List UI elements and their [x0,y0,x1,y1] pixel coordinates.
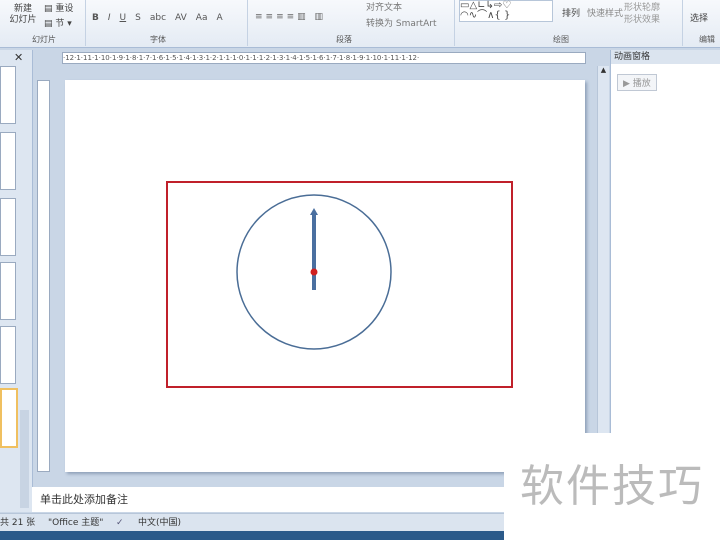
select-button[interactable]: 选择 [690,11,708,24]
align-text-button[interactable]: 对齐文本 [366,0,402,13]
case-button[interactable]: Aa [196,13,208,23]
slide-scrollbar[interactable]: ▲ [597,66,609,436]
shadow-button[interactable]: S [135,13,141,23]
slide-thumbnail[interactable] [0,66,16,124]
paragraph-align-buttons[interactable]: ≡≡≡≡▥ ▥ [255,12,326,22]
group-drawing-label: 绘图 [553,35,569,44]
group-paragraph-label: 段落 [336,35,352,44]
new-slide-button[interactable]: 新建 幻灯片 [8,4,38,26]
animation-pane-title: 动画窗格 [611,50,720,64]
slide-thumbnail[interactable] [0,198,16,256]
group-edit-label: 编辑 [699,35,715,44]
notes-area[interactable]: 单击此处添加备注 [32,487,520,512]
font-color-button[interactable]: A [216,13,222,23]
close-icon[interactable]: ✕ [14,51,23,64]
clock-hand[interactable] [312,214,316,290]
hand-arrow-icon [310,208,318,215]
shape-effects-button[interactable]: 形状效果 [624,12,660,25]
slide-thumbnail-selected[interactable] [0,388,18,448]
italic-button[interactable]: I [108,13,111,23]
section-label: 节 [55,19,65,29]
animation-pane: 动画窗格 ▶ 播放 [610,50,720,450]
slide-thumbnail[interactable] [0,132,16,190]
spellcheck-icon[interactable]: ✓ [116,514,124,532]
strike-button[interactable]: abc [150,13,166,23]
slide-canvas[interactable] [65,80,585,472]
language[interactable]: 中文(中国) [138,514,181,532]
group-slides-label: 幻灯片 [32,35,56,44]
arrange-button[interactable]: 排列 [562,6,580,19]
slide-count: 共 21 张 [0,518,36,528]
thumbnail-scrollbar[interactable] [20,410,29,508]
slide-thumbnail[interactable] [0,326,16,384]
section-button[interactable]: ▤ 节 ▾ [44,16,72,29]
ribbon: 新建 幻灯片 ▤ 重设 ▤ 节 ▾ 幻灯片 B I U S abc AV Aa … [0,0,720,48]
spacing-button[interactable]: AV [175,13,187,23]
slide-thumbnail[interactable] [0,262,16,320]
bold-button[interactable]: B [92,13,99,23]
pivot-dot[interactable] [310,268,318,276]
horizontal-ruler: ·12·1·11·1·10·1·9·1·8·1·7·1·6·1·5·1·4·1·… [62,52,586,64]
red-frame-rectangle[interactable] [166,181,513,388]
underline-button[interactable]: U [120,13,127,23]
shapes-gallery[interactable]: ▭△∟↳⇨♡ ◠∿⌒∧{ } [459,0,553,22]
quick-styles-button[interactable]: 快速样式 [587,6,623,19]
reset-button[interactable]: ▤ 重设 [44,1,73,14]
scroll-up-icon[interactable]: ▲ [598,66,609,74]
watermark: 软件技巧 [504,433,720,540]
reset-label: 重设 [55,4,74,14]
vertical-ruler [37,80,50,472]
convert-smartart-button[interactable]: 转换为 SmartArt [366,16,436,29]
slide-drawing [166,181,513,388]
play-button[interactable]: ▶ 播放 [617,74,657,91]
theme-name[interactable]: "Office 主题" [48,514,103,532]
slide-thumbnails-panel: ✕ [0,50,33,512]
group-font-label: 字体 [150,35,166,44]
